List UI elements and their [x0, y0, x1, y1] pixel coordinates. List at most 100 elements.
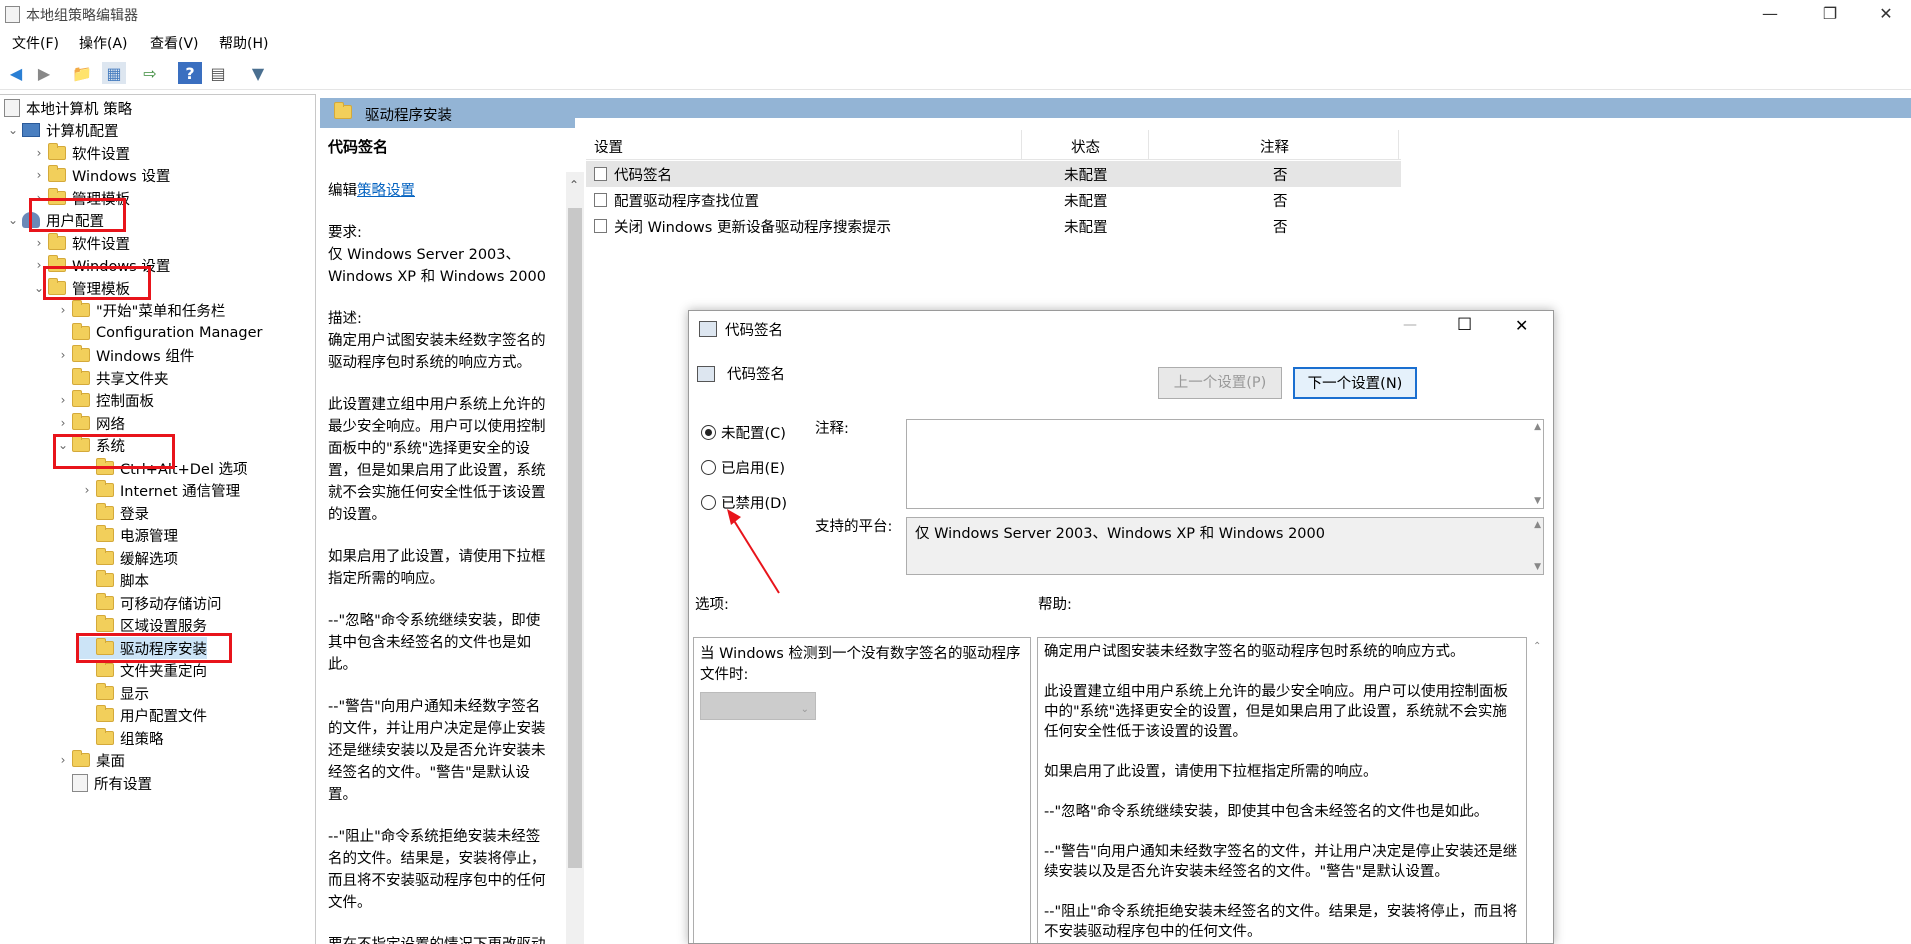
help-paragraph-5: --"警告"向用户通知未经数字签名的文件，并让用户决定是停止安装还是继续安装以及…	[1044, 844, 1518, 880]
col-comment[interactable]: 注释	[1260, 136, 1289, 157]
forward-icon[interactable]: ▶	[32, 62, 56, 84]
chevron-down-icon[interactable]: ⌄	[4, 213, 22, 227]
scroll-up-icon[interactable]: ⌃	[569, 178, 579, 192]
scroll-down-icon[interactable]: ▼	[1534, 562, 1541, 572]
setting-icon	[594, 167, 607, 181]
chevron-right-icon[interactable]: ›	[30, 168, 48, 182]
chevron-right-icon[interactable]: ›	[54, 753, 72, 767]
export-list-icon[interactable]: ⇨	[138, 62, 162, 84]
minimize-icon[interactable]: —	[1747, 0, 1793, 30]
tree-start-menu[interactable]: › "开始"菜单和任务栏	[54, 299, 225, 321]
menu-action[interactable]: 操作(A)	[79, 33, 128, 53]
list-header: 设置 状态 注释	[586, 130, 1401, 160]
description-scrollbar[interactable]: ⌃	[566, 172, 584, 944]
tree-user-profiles[interactable]: 用户配置文件	[78, 704, 207, 726]
menu-help[interactable]: 帮助(H)	[219, 33, 268, 53]
setting-icon	[594, 219, 607, 233]
menu-view[interactable]: 查看(V)	[150, 33, 199, 53]
tree-group-policy[interactable]: 组策略	[78, 727, 164, 749]
comment-label: 注释:	[815, 421, 849, 437]
menu-file[interactable]: 文件(F)	[12, 33, 59, 53]
help-scroll-up-icon[interactable]: ⌃	[1533, 641, 1541, 652]
tree-internet-comm[interactable]: › Internet 通信管理	[78, 479, 240, 501]
requirements-text: 仅 Windows Server 2003、Windows XP 和 Windo…	[328, 247, 546, 285]
tree-shared-folders[interactable]: 共享文件夹	[54, 367, 169, 389]
help-paragraph-3: 如果启用了此设置，请使用下拉框指定所需的响应。	[1044, 764, 1378, 780]
navigation-tree: 本地计算机 策略 ⌄ 计算机配置 › 软件设置 › Windows 设置 › 管理模板 …	[0, 94, 316, 944]
help-label: 帮助:	[1038, 597, 1072, 613]
next-setting-button[interactable]: 下一个设置(N)	[1293, 367, 1417, 399]
folder-icon	[96, 705, 114, 722]
scroll-up-icon[interactable]: ▲	[1534, 520, 1541, 530]
chevron-right-icon[interactable]: ›	[54, 348, 72, 362]
radio-enabled-label[interactable]: 已启用(E)	[721, 457, 785, 478]
radio-not-configured[interactable]	[701, 425, 716, 440]
radio-enabled[interactable]	[701, 460, 716, 475]
dialog-close-icon[interactable]: ✕	[1515, 316, 1528, 335]
toolbar: ◀ ▶ 📁 ▦ ⇨ ? ▤ ▼	[0, 56, 1911, 90]
tree-scripts[interactable]: 脚本	[78, 569, 149, 591]
prev-setting-button[interactable]: 上一个设置(P)	[1158, 367, 1282, 399]
chevron-right-icon[interactable]: ›	[54, 303, 72, 317]
folder-icon	[96, 660, 114, 677]
table-row[interactable]: 代码签名 未配置 否	[586, 161, 1401, 187]
folder-icon	[96, 683, 114, 700]
table-row[interactable]: 配置驱动程序查找位置 未配置 否	[586, 187, 1401, 213]
tree-uc-software[interactable]: › 软件设置	[30, 232, 130, 254]
folder-icon	[96, 525, 114, 542]
comment-field[interactable]: ▲ ▼	[906, 419, 1544, 509]
scroll-down-icon[interactable]: ▼	[1534, 496, 1541, 506]
description-label: 描述:	[328, 311, 362, 327]
response-dropdown[interactable]: ⌄	[700, 692, 816, 720]
tree-power[interactable]: 电源管理	[78, 524, 178, 546]
desc-paragraph-2: 此设置建立组中用户系统上允许的最少安全响应。用户可以使用控制面板中的"系统"选择…	[328, 397, 546, 523]
tree-windows-components[interactable]: › Windows 组件	[54, 344, 194, 366]
table-row[interactable]: 关闭 Windows 更新设备驱动程序搜索提示 未配置 否	[586, 213, 1401, 239]
help-icon[interactable]: ?	[178, 62, 202, 84]
tree-mitigation[interactable]: 缓解选项	[78, 547, 178, 569]
chevron-right-icon[interactable]: ›	[78, 483, 96, 497]
content-header-title: 驱动程序安装	[365, 108, 452, 124]
edit-policy-link[interactable]: 策略设置	[357, 183, 415, 199]
scrollbar-thumb[interactable]	[568, 208, 582, 868]
col-setting[interactable]: 设置	[594, 136, 623, 157]
folder-icon	[72, 368, 90, 385]
dialog-maximize-icon[interactable]: ☐	[1457, 315, 1472, 335]
tree-network[interactable]: › 网络	[54, 412, 125, 434]
chevron-down-icon[interactable]: ⌄	[4, 123, 22, 137]
tree-cc-software[interactable]: › 软件设置	[30, 142, 130, 164]
tree-desktop[interactable]: › 桌面	[54, 749, 125, 771]
platform-label: 支持的平台:	[815, 519, 893, 535]
content-header: 驱动程序安装	[320, 98, 1911, 130]
back-icon[interactable]: ◀	[4, 62, 28, 84]
dialog-minimize-icon: —	[1403, 317, 1417, 333]
tree-logon[interactable]: 登录	[78, 502, 149, 524]
properties-icon[interactable]: ▤	[206, 62, 230, 84]
filter-icon[interactable]: ▼	[246, 62, 270, 84]
col-state[interactable]: 状态	[1071, 136, 1100, 157]
scroll-up-icon[interactable]: ▲	[1534, 422, 1541, 432]
tree-cc-windows[interactable]: › Windows 设置	[30, 164, 170, 186]
help-paragraph-1: 确定用户试图安装未经数字签名的驱动程序包时系统的响应方式。	[1044, 644, 1465, 660]
tree-config-manager[interactable]: Configuration Manager	[54, 322, 263, 344]
tree-removable[interactable]: 可移动存储访问	[78, 592, 222, 614]
dialog-subtitle: 代码签名	[727, 367, 785, 383]
close-icon[interactable]: ✕	[1863, 0, 1909, 30]
tree-display[interactable]: 显示	[78, 682, 149, 704]
show-hide-tree-icon[interactable]: ▦	[102, 62, 126, 84]
restore-icon[interactable]: ❐	[1807, 0, 1853, 30]
chevron-right-icon[interactable]: ›	[54, 393, 72, 407]
tree-root[interactable]: 本地计算机 策略	[4, 97, 132, 119]
tree-computer-config[interactable]: ⌄ 计算机配置	[4, 119, 119, 141]
chevron-right-icon[interactable]: ›	[30, 236, 48, 250]
tree-all-settings[interactable]: 所有设置	[54, 772, 152, 794]
radio-not-configured-label[interactable]: 未配置(C)	[721, 422, 786, 443]
tree-control-panel[interactable]: › 控制面板	[54, 389, 154, 411]
up-folder-icon[interactable]: 📁	[70, 62, 94, 84]
policy-setting-icon	[699, 321, 717, 337]
folder-icon	[72, 750, 90, 767]
chevron-right-icon[interactable]: ›	[30, 146, 48, 160]
annotation-box-admin-templates	[43, 266, 151, 300]
chevron-right-icon[interactable]: ›	[54, 416, 72, 430]
radio-disabled[interactable]	[701, 495, 716, 510]
